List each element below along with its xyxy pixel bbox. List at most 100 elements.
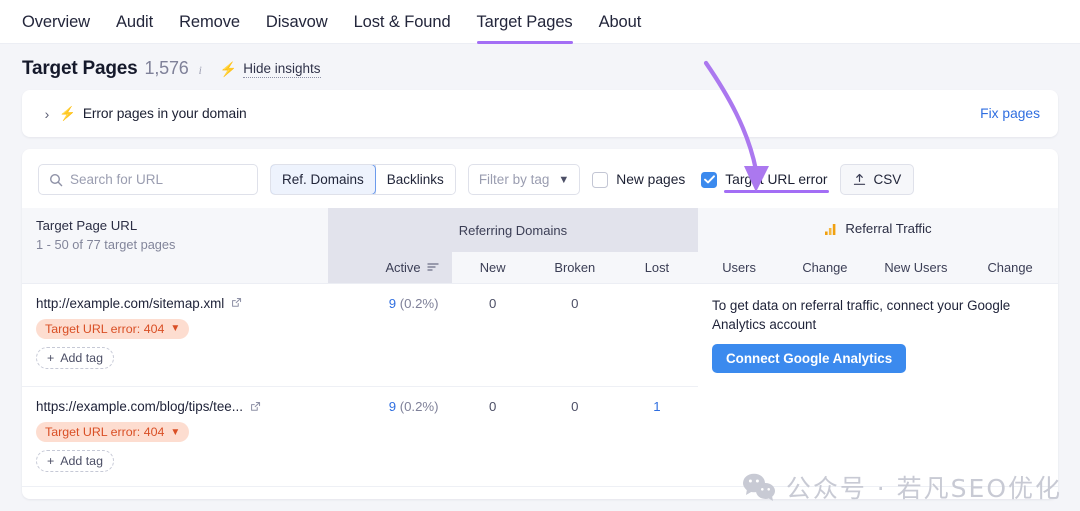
- lightning-bolt-icon: ⚡: [220, 62, 237, 76]
- fix-pages-link[interactable]: Fix pages: [980, 106, 1040, 121]
- referral-traffic-label: Referral Traffic: [845, 221, 931, 236]
- connect-google-analytics-button[interactable]: Connect Google Analytics: [712, 344, 906, 373]
- nav-tab-overview[interactable]: Overview: [22, 0, 90, 44]
- row-url-link[interactable]: https://example.com/blog/tips/tee...: [36, 399, 261, 414]
- new-pages-checkbox[interactable]: New pages: [592, 172, 685, 188]
- upload-icon: [853, 173, 866, 186]
- row-broken-cell: 0: [534, 387, 616, 487]
- table-group-header-row: Target Page URL 1 - 50 of 77 target page…: [22, 208, 1058, 252]
- row-active-percent: (0.2%): [400, 296, 439, 311]
- column-lost[interactable]: Lost: [616, 252, 698, 283]
- error-tag-label: Target URL error: 404: [45, 322, 164, 336]
- url-column-pagination: 1 - 50 of 77 target pages: [36, 237, 328, 252]
- new-pages-label: New pages: [616, 172, 685, 187]
- target-url-error-checkbox[interactable]: Target URL error: [701, 172, 827, 188]
- segment-backlinks[interactable]: Backlinks: [375, 165, 455, 194]
- column-new-users[interactable]: New Users: [870, 252, 963, 283]
- row-url-cell: http://example.com/sitemap.xml Target UR…: [22, 283, 328, 387]
- chevron-down-icon: ▼: [170, 323, 180, 334]
- csv-label: CSV: [874, 172, 902, 187]
- nav-tab-target-pages[interactable]: Target Pages: [477, 0, 573, 44]
- checkbox-unchecked-icon: [592, 172, 608, 188]
- export-csv-button[interactable]: CSV: [840, 164, 915, 195]
- page-title: Target Pages: [22, 58, 138, 80]
- watermark: 公众号 · 若凡SEO优化: [742, 469, 1062, 505]
- row-url-link[interactable]: http://example.com/sitemap.xml: [36, 296, 242, 311]
- target-pages-table: Target Page URL 1 - 50 of 77 target page…: [22, 208, 1058, 487]
- url-column-title: Target Page URL: [36, 218, 328, 233]
- nav-tab-disavow[interactable]: Disavow: [266, 0, 328, 44]
- search-box[interactable]: [38, 164, 258, 195]
- view-segmented-control: Ref. Domains Backlinks: [270, 164, 456, 195]
- plus-icon: +: [47, 351, 54, 365]
- page-title-row: Target Pages 1,576 i ⚡ Hide insights: [0, 44, 1080, 90]
- column-active[interactable]: Active: [328, 252, 452, 283]
- row-active-percent: (0.2%): [400, 399, 439, 414]
- filter-by-tag-label: Filter by tag: [479, 172, 550, 187]
- target-url-error-tag[interactable]: Target URL error: 404 ▼: [36, 422, 189, 442]
- bar-chart-icon: [824, 222, 838, 236]
- nav-tab-audit[interactable]: Audit: [116, 0, 153, 44]
- search-icon: [49, 173, 63, 187]
- nav-tab-about[interactable]: About: [599, 0, 642, 44]
- table-column-header-row: Active New Broken Lost Users Change New …: [22, 252, 1058, 283]
- row-referral-traffic-cell: To get data on referral traffic, connect…: [698, 283, 1058, 387]
- add-tag-button[interactable]: + Add tag: [36, 450, 114, 472]
- column-broken[interactable]: Broken: [534, 252, 616, 283]
- error-banner-label: Error pages in your domain: [83, 106, 247, 121]
- url-header-cell: Target Page URL 1 - 50 of 77 target page…: [22, 208, 328, 252]
- row-lost-cell: 1: [616, 387, 698, 487]
- search-input[interactable]: [70, 172, 247, 187]
- hide-insights-label: Hide insights: [243, 61, 320, 78]
- segment-ref-domains[interactable]: Ref. Domains: [270, 164, 376, 195]
- column-new[interactable]: New: [452, 252, 534, 283]
- nav-tab-remove[interactable]: Remove: [179, 0, 240, 44]
- row-new-cell: 0: [452, 387, 534, 487]
- lightning-bolt-icon: ⚡: [59, 106, 76, 122]
- group-referral-traffic: Referral Traffic: [698, 208, 1058, 252]
- row-active-value[interactable]: 9: [389, 296, 396, 311]
- external-link-icon: [249, 401, 261, 413]
- target-pages-table-card: Ref. Domains Backlinks Filter by tag ▼ N…: [22, 149, 1058, 499]
- chevron-down-icon: ▼: [558, 174, 569, 186]
- table-row: http://example.com/sitemap.xml Target UR…: [22, 283, 1058, 387]
- page-count: 1,576: [145, 58, 189, 79]
- add-tag-button[interactable]: + Add tag: [36, 347, 114, 369]
- error-pages-banner: › ⚡ Error pages in your domain Fix pages: [22, 90, 1058, 137]
- filter-by-tag-dropdown[interactable]: Filter by tag ▼: [468, 164, 580, 195]
- target-url-error-label: Target URL error: [725, 172, 827, 187]
- add-tag-label: Add tag: [60, 351, 103, 365]
- row-lost-value[interactable]: 1: [653, 399, 660, 414]
- row-broken-cell: 0: [534, 283, 616, 387]
- row-active-cell: 9 (0.2%): [328, 387, 452, 487]
- column-active-label: Active: [385, 260, 420, 275]
- add-tag-label: Add tag: [60, 454, 103, 468]
- sort-descending-icon: [427, 262, 439, 272]
- row-active-cell: 9 (0.2%): [328, 283, 452, 387]
- row-new-cell: 0: [452, 283, 534, 387]
- info-icon[interactable]: i: [199, 65, 202, 77]
- connect-ga-message: To get data on referral traffic, connect…: [712, 296, 1022, 334]
- row-active-value[interactable]: 9: [389, 399, 396, 414]
- row-lost-cell: [616, 283, 698, 387]
- hide-insights-button[interactable]: ⚡ Hide insights: [220, 61, 321, 78]
- row-url-text: https://example.com/blog/tips/tee...: [36, 399, 243, 414]
- spacer-cell: [22, 252, 328, 283]
- column-change-2[interactable]: Change: [962, 252, 1058, 283]
- column-change[interactable]: Change: [780, 252, 869, 283]
- main-navigation: Overview Audit Remove Disavow Lost & Fou…: [0, 0, 1080, 44]
- watermark-text: 公众号 · 若凡SEO优化: [786, 469, 1062, 505]
- group-referring-domains: Referring Domains: [328, 208, 698, 252]
- column-users[interactable]: Users: [698, 252, 780, 283]
- target-url-error-tag[interactable]: Target URL error: 404 ▼: [36, 319, 189, 339]
- chevron-right-icon[interactable]: ›: [38, 106, 56, 122]
- nav-tab-lost-and-found[interactable]: Lost & Found: [354, 0, 451, 44]
- chevron-down-icon: ▼: [170, 427, 180, 438]
- checkbox-checked-icon: [701, 172, 717, 188]
- plus-icon: +: [47, 454, 54, 468]
- row-url-cell: https://example.com/blog/tips/tee... Tar…: [22, 387, 328, 487]
- table-toolbar: Ref. Domains Backlinks Filter by tag ▼ N…: [22, 149, 1058, 208]
- external-link-icon: [230, 297, 242, 309]
- error-tag-label: Target URL error: 404: [45, 425, 164, 439]
- wechat-icon: [742, 472, 776, 502]
